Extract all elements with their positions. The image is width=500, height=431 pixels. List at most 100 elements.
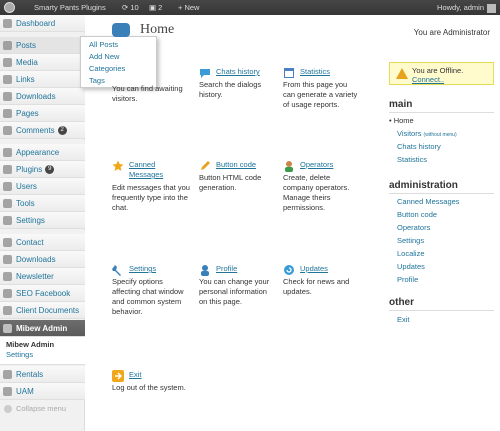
menu-links[interactable]: Links <box>0 71 85 88</box>
menu-contact[interactable]: Contact <box>0 234 85 251</box>
nav-updates[interactable]: Updates <box>397 262 425 271</box>
menu-users[interactable]: Users <box>0 178 85 195</box>
tile-link[interactable]: Profile <box>216 264 274 274</box>
menu-label: Media <box>16 58 38 67</box>
updates-link[interactable]: ⟳ 10 <box>122 0 139 15</box>
tile-link[interactable]: Button code <box>216 160 274 170</box>
flyout-add-new[interactable]: Add New <box>89 51 156 63</box>
collapse-menu-button[interactable]: Collapse menu <box>4 404 66 414</box>
divider <box>389 310 494 311</box>
dashboard-icon <box>3 19 12 28</box>
tile-visitors: You can find awaiting visitors. <box>112 77 192 104</box>
menu-label: Downloads <box>16 255 56 264</box>
tile-link[interactable]: Exit <box>129 370 190 380</box>
submenu-settings[interactable]: Settings <box>0 349 85 361</box>
menu-label: Dashboard <box>16 19 56 28</box>
tile-link[interactable]: Settings <box>129 264 190 274</box>
submenu-mibew-admin[interactable]: Mibew Admin <box>0 337 85 349</box>
menu-label: Contact <box>16 238 44 247</box>
other-section-title: other <box>389 297 414 308</box>
users-icon <box>3 182 12 191</box>
tile-desc: You can find awaiting visitors. <box>112 84 183 103</box>
nav-visitors[interactable]: Visitors (without menu) <box>397 129 457 138</box>
nav-label: Home <box>393 116 414 125</box>
flyout-all-posts[interactable]: All Posts <box>89 39 156 51</box>
tile-link[interactable]: Canned Messages <box>129 160 190 180</box>
warning-icon <box>396 68 408 79</box>
menu-mibew-admin[interactable]: Mibew Admin <box>0 320 85 337</box>
menu-uam[interactable]: UAM <box>0 383 85 400</box>
uam-icon <box>3 387 12 396</box>
nav-chats-history[interactable]: Chats history <box>397 142 441 151</box>
tile-link[interactable]: Updates <box>300 264 358 274</box>
client-documents-icon <box>3 306 12 315</box>
nav-home[interactable]: • Home <box>389 116 414 125</box>
nav-canned-messages[interactable]: Canned Messages <box>397 197 460 206</box>
menu-label: Comments <box>16 126 55 135</box>
appearance-icon <box>3 148 12 157</box>
comments-link[interactable]: ▣ 2 <box>149 0 162 15</box>
tile-link[interactable]: Chats history <box>216 67 274 77</box>
media-icon <box>3 58 12 67</box>
plugins-icon <box>3 165 12 174</box>
flyout-categories[interactable]: Categories <box>89 63 156 75</box>
nav-profile[interactable]: Profile <box>397 275 418 284</box>
tile-desc: Edit messages that you frequently type i… <box>112 183 190 212</box>
tile-desc: Specify options affecting chat window an… <box>112 277 184 316</box>
posts-icon <box>3 41 12 50</box>
menu-newsletter[interactable]: Newsletter <box>0 268 85 285</box>
menu-downloads-2[interactable]: Downloads <box>0 251 85 268</box>
nav-settings[interactable]: Settings <box>397 236 424 245</box>
main-section-title: main <box>389 99 413 110</box>
comment-bubble-icon: ▣ <box>149 3 159 12</box>
nav-statistics[interactable]: Statistics <box>397 155 427 164</box>
tile-desc: Check for news and updates. <box>283 277 350 296</box>
menu-comments[interactable]: Comments 2 <box>0 122 85 139</box>
menu-tools[interactable]: Tools <box>0 195 85 212</box>
howdy-label: Howdy, admin <box>437 3 484 12</box>
updates-count: 10 <box>130 3 139 12</box>
tile-desc: You can change your personal information… <box>199 277 270 306</box>
menu-media[interactable]: Media <box>0 54 85 71</box>
profile-person-icon <box>201 265 209 276</box>
operator-person-icon <box>285 161 293 172</box>
menu-seo-facebook[interactable]: SEO Facebook <box>0 285 85 302</box>
new-content-link[interactable]: + New <box>178 0 199 15</box>
tile-link[interactable]: Statistics <box>300 67 358 77</box>
tile-operators: Operators Create, delete company operato… <box>283 160 358 213</box>
settings-icon <box>3 216 12 225</box>
menu-dashboard[interactable]: Dashboard <box>0 15 85 32</box>
tile-canned-messages: Canned Messages Edit messages that you f… <box>112 160 190 213</box>
menu-settings[interactable]: Settings <box>0 212 85 229</box>
menu-label: Rentals <box>16 370 44 379</box>
nav-label: Visitors <box>397 129 422 138</box>
menu-label: Users <box>16 182 37 191</box>
tile-desc: Button HTML code generation. <box>199 173 262 192</box>
seo-facebook-icon <box>3 289 12 298</box>
nav-operators[interactable]: Operators <box>397 223 430 232</box>
tile-updates: Updates Check for news and updates. <box>283 264 358 297</box>
tile-link[interactable]: Operators <box>300 160 358 170</box>
exit-arrow-icon <box>112 370 124 382</box>
menu-rentals[interactable]: Rentals <box>0 366 85 383</box>
nav-localize[interactable]: Localize <box>397 249 425 258</box>
howdy-account-menu[interactable]: Howdy, admin <box>437 0 496 15</box>
nav-button-code[interactable]: Button code <box>397 210 437 219</box>
avatar <box>487 3 496 13</box>
menu-client-documents[interactable]: Client Documents <box>0 302 85 319</box>
menu-plugins[interactable]: Plugins 9 <box>0 161 85 178</box>
menu-label: Appearance <box>16 148 60 157</box>
menu-label: Pages <box>16 109 39 118</box>
calendar-chart-icon <box>284 68 294 78</box>
wordpress-logo-icon[interactable] <box>4 2 15 13</box>
connect-link[interactable]: Connect.. <box>412 75 444 84</box>
menu-pages[interactable]: Pages <box>0 105 85 122</box>
pages-icon <box>3 109 12 118</box>
site-name-link[interactable]: Smarty Pants Plugins <box>34 0 106 15</box>
menu-posts[interactable]: Posts <box>0 37 85 54</box>
nav-exit[interactable]: Exit <box>397 315 410 324</box>
refresh-icon <box>284 265 294 275</box>
menu-label: Client Documents <box>16 306 80 315</box>
menu-downloads[interactable]: Downloads <box>0 88 85 105</box>
menu-appearance[interactable]: Appearance <box>0 144 85 161</box>
